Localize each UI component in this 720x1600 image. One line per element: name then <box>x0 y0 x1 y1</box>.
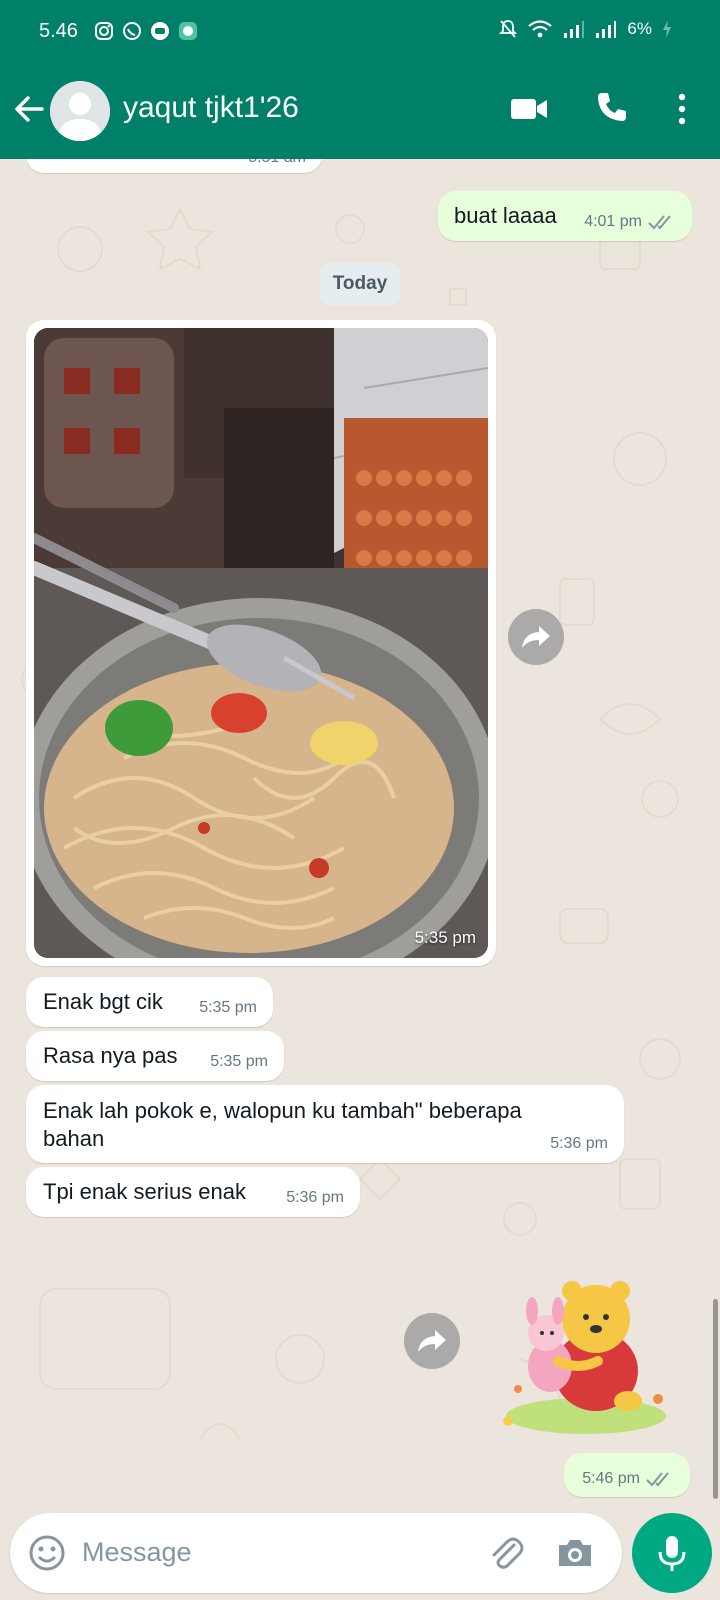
photo-time: 5:35 pm <box>414 928 476 947</box>
emoji-icon[interactable] <box>27 1533 67 1573</box>
food-photo[interactable]: 5:35 pm <box>34 328 488 958</box>
message-composer[interactable]: Message <box>10 1513 622 1593</box>
sticker-bear-hug[interactable] <box>488 1271 684 1441</box>
contact-name[interactable]: yaqut tjkt1'26 <box>123 91 299 125</box>
signal-1-icon <box>564 21 585 38</box>
message-meta: 4:01 pm <box>584 213 676 231</box>
forward-icon <box>418 1330 446 1352</box>
message-text: Tpi enak serius enak <box>43 1179 246 1204</box>
message-bubble-incoming[interactable]: 5.51 am <box>26 159 322 173</box>
message-text: Enak lah pokok e, walopun ku tambah" beb… <box>43 1098 522 1151</box>
message-time: 5:35 pm <box>199 999 257 1016</box>
attach-icon[interactable] <box>486 1533 526 1573</box>
contact-avatar[interactable] <box>50 81 110 141</box>
message-bubble-incoming[interactable]: Rasa nya pas 5:35 pm <box>26 1031 284 1081</box>
battery-level: 6% <box>627 19 652 38</box>
message-meta: 5:46 pm <box>582 1470 674 1488</box>
voice-record-button[interactable] <box>632 1513 712 1593</box>
forward-button[interactable] <box>404 1313 460 1369</box>
system-status-icons: 6% <box>499 19 672 39</box>
message-bubble-outgoing[interactable]: 5:46 pm <box>564 1453 690 1497</box>
message-time: 4:01 pm <box>584 213 642 230</box>
message-bubble-incoming[interactable]: Enak bgt cik 5:35 pm <box>26 977 273 1027</box>
video-call-icon[interactable] <box>510 94 548 124</box>
message-bubble-incoming[interactable]: Enak lah pokok e, walopun ku tambah" beb… <box>26 1085 624 1163</box>
messenger-icon <box>178 21 198 41</box>
message-text: buat laaaa <box>454 203 557 228</box>
signal-2-icon <box>596 21 617 38</box>
forward-icon <box>522 626 550 648</box>
status-bar: 5.46 6% <box>0 0 720 64</box>
camera-icon[interactable] <box>555 1533 595 1573</box>
message-time: 5:35 pm <box>210 1053 268 1070</box>
message-time: 5:46 pm <box>582 1470 640 1487</box>
date-divider: Today <box>320 263 400 305</box>
forward-button[interactable] <box>508 609 564 665</box>
message-text: Enak bgt cik <box>43 989 163 1014</box>
chat-app-icon <box>150 21 170 41</box>
mute-icon <box>499 20 518 38</box>
charging-icon <box>663 20 671 38</box>
message-time: 5.51 am <box>248 159 306 167</box>
back-arrow-icon[interactable] <box>12 92 46 126</box>
message-input[interactable]: Message <box>82 1537 192 1568</box>
voice-call-icon[interactable] <box>595 90 629 124</box>
mic-icon <box>658 1536 686 1571</box>
notification-icons <box>94 21 198 41</box>
message-time: 5:36 pm <box>286 1189 344 1206</box>
more-vert-icon[interactable] <box>672 92 692 126</box>
photo-message[interactable]: 5:35 pm <box>26 320 496 966</box>
message-bubble-incoming[interactable]: Tpi enak serius enak 5:36 pm <box>26 1167 360 1217</box>
message-time: 5:36 pm <box>550 1135 608 1152</box>
message-text: Rasa nya pas <box>43 1043 178 1068</box>
instagram-icon <box>94 21 114 41</box>
double-check-icon <box>648 215 671 230</box>
whatsapp-notification-icon <box>122 21 142 41</box>
status-time: 5.46 <box>39 20 78 42</box>
chat-area[interactable]: 5.51 am buat laaaa 4:01 pm Today <box>0 159 720 1504</box>
message-bubble-outgoing[interactable]: buat laaaa 4:01 pm <box>438 191 692 241</box>
scrollbar[interactable] <box>713 1299 718 1499</box>
double-check-icon <box>646 1472 669 1487</box>
wifi-icon <box>528 20 553 38</box>
chat-header: yaqut tjkt1'26 <box>0 64 720 159</box>
